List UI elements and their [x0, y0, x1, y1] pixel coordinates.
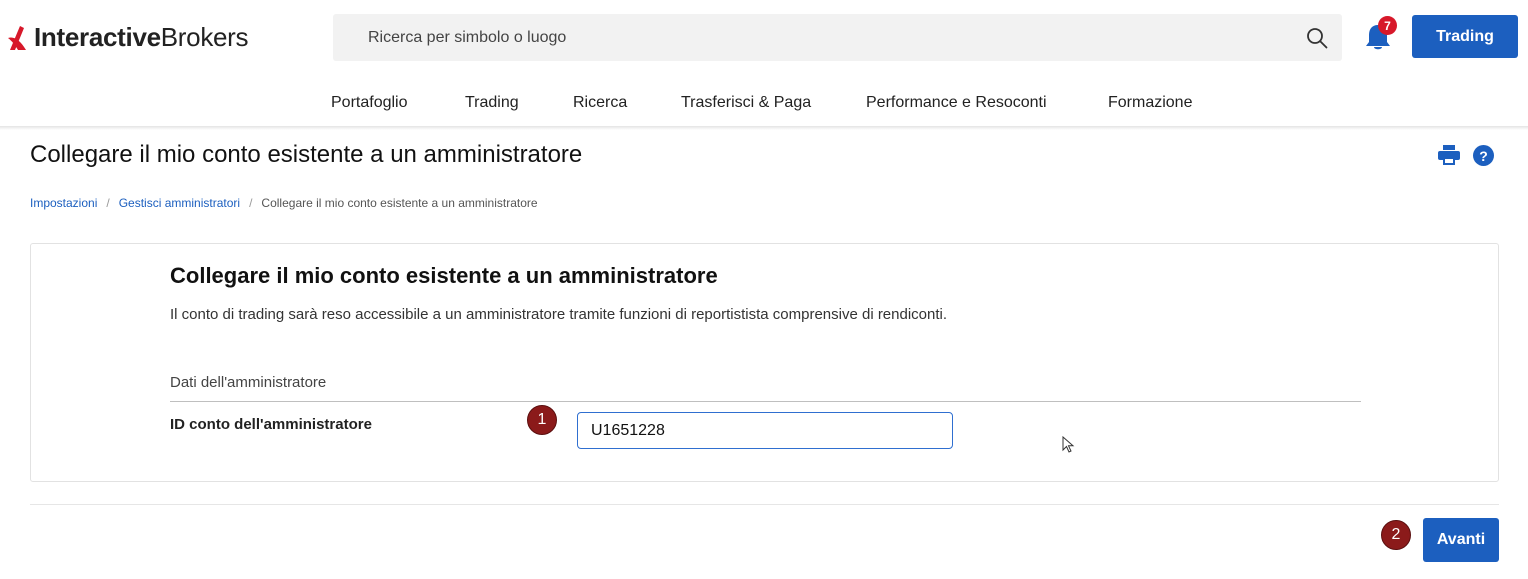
- breadcrumb-current: Collegare il mio conto esistente a un am…: [261, 196, 538, 210]
- print-icon[interactable]: [1438, 145, 1460, 165]
- trading-button[interactable]: Trading: [1412, 15, 1518, 58]
- form-heading: Collegare il mio conto esistente a un am…: [170, 263, 718, 288]
- nav-divider: [0, 126, 1528, 130]
- footer-divider: [30, 504, 1499, 505]
- nav-item-trasferisci-paga[interactable]: Trasferisci & Paga: [681, 94, 811, 112]
- section-label: Dati dell'amministratore: [170, 374, 327, 391]
- breadcrumb-separator: /: [249, 196, 253, 210]
- breadcrumb-gestisci-amministratori[interactable]: Gestisci amministratori: [119, 196, 240, 210]
- logo-text: InteractiveBrokers: [34, 22, 249, 52]
- mouse-pointer-icon: [1062, 436, 1075, 453]
- search-icon[interactable]: [1306, 27, 1328, 49]
- nav-item-ricerca[interactable]: Ricerca: [573, 94, 627, 112]
- search-input[interactable]: [333, 14, 1342, 61]
- search-bar[interactable]: [333, 14, 1342, 61]
- nav-item-formazione[interactable]: Formazione: [1108, 94, 1192, 112]
- brand-logo[interactable]: InteractiveBrokers: [6, 22, 249, 53]
- notification-count-badge: 7: [1378, 16, 1397, 35]
- help-icon[interactable]: ?: [1473, 145, 1494, 166]
- step-badge-2: 2: [1381, 520, 1411, 550]
- breadcrumb: Impostazioni / Gestisci amministratori /…: [30, 196, 538, 210]
- nav-item-performance-resoconti[interactable]: Performance e Resoconti: [866, 94, 1047, 112]
- page-title: Collegare il mio conto esistente a un am…: [30, 141, 583, 168]
- nav-item-portafoglio[interactable]: Portafoglio: [331, 94, 408, 112]
- form-description: Il conto di trading sarà reso accessibil…: [170, 306, 948, 323]
- logo-mark-icon: [8, 25, 26, 50]
- main-nav: Portafoglio Trading Ricerca Trasferisci …: [0, 86, 1528, 122]
- next-button[interactable]: Avanti: [1423, 518, 1499, 562]
- section-divider: [170, 401, 1361, 402]
- admin-account-id-input[interactable]: [577, 412, 953, 449]
- form-card: Collegare il mio conto esistente a un am…: [30, 243, 1499, 482]
- step-badge-1: 1: [527, 405, 557, 435]
- breadcrumb-impostazioni[interactable]: Impostazioni: [30, 196, 97, 210]
- nav-item-trading[interactable]: Trading: [465, 94, 519, 112]
- breadcrumb-separator: /: [106, 196, 110, 210]
- admin-account-id-label: ID conto dell'amministratore: [170, 416, 372, 433]
